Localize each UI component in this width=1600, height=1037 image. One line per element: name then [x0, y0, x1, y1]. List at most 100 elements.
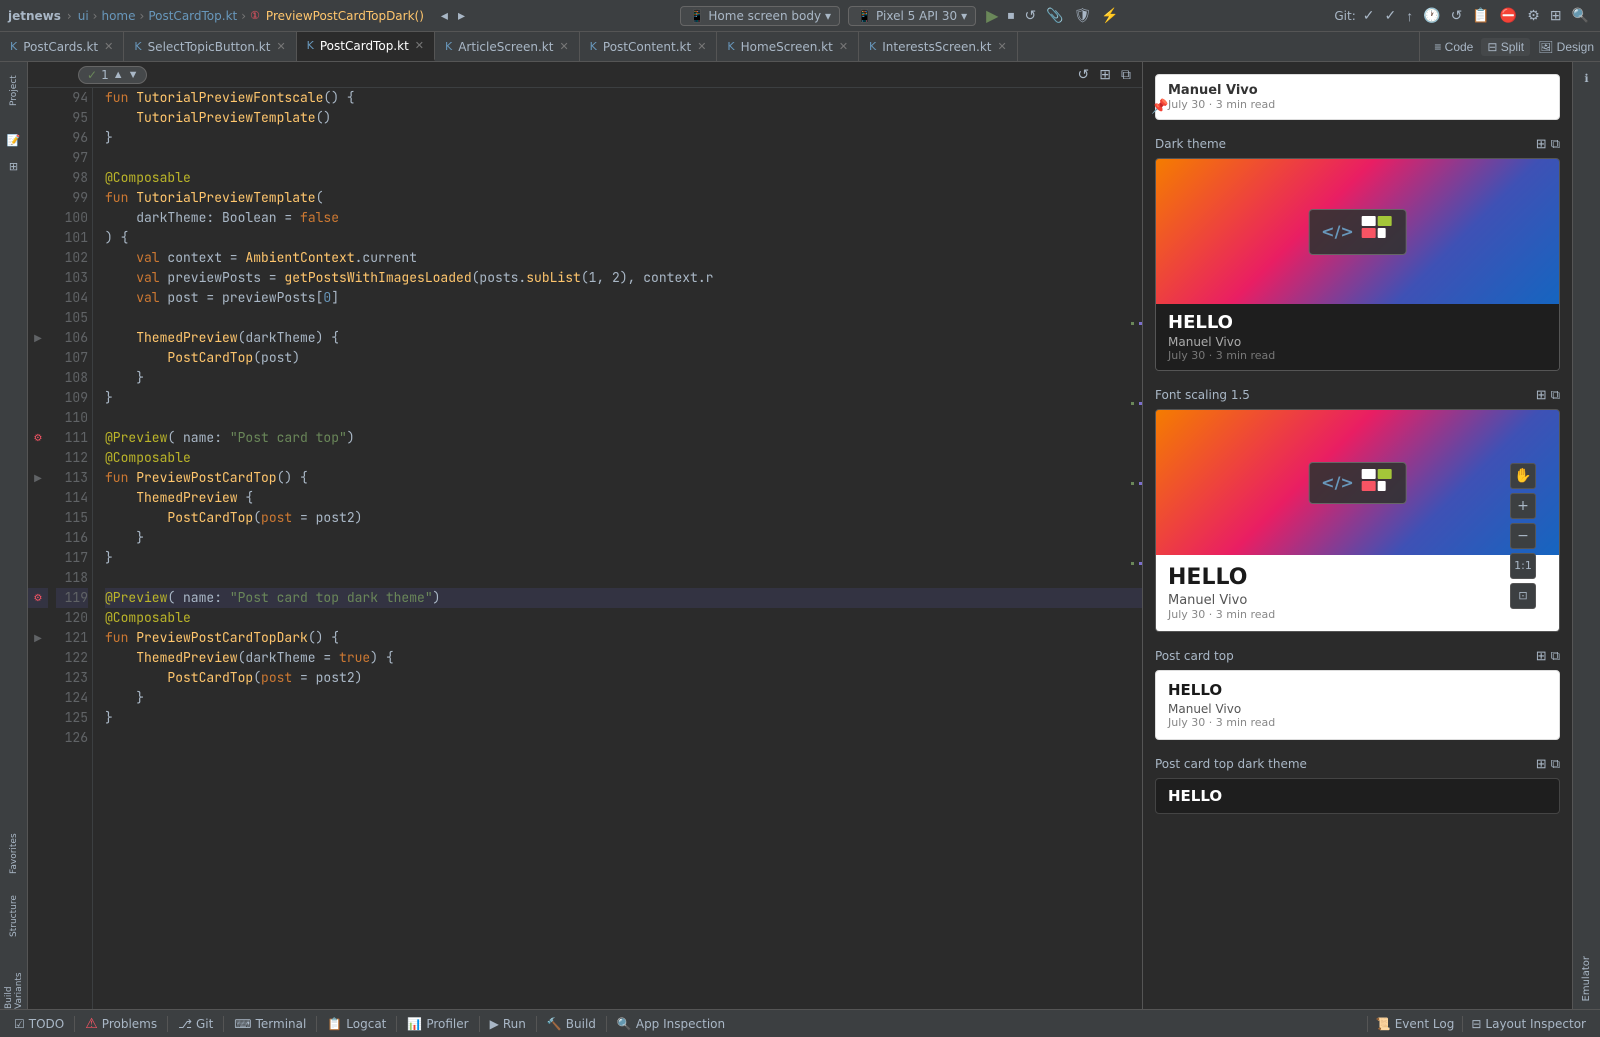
forward-btn[interactable]: ▸	[455, 5, 468, 26]
breakpoints-btn[interactable]: ⛔	[1497, 5, 1520, 26]
gutter-121[interactable]: ▶	[28, 628, 48, 648]
grid-preview-btn[interactable]: ⊞	[1096, 64, 1114, 85]
emulator-label[interactable]: Emulator	[1577, 952, 1596, 1005]
dark-theme-card: </>	[1155, 158, 1560, 371]
logcat-item[interactable]: 📋 Logcat	[321, 1010, 392, 1037]
fontscale-actions: ⊞ ⧉	[1536, 387, 1560, 403]
run-button[interactable]: ▶	[984, 4, 1000, 28]
event-log-item[interactable]: 📜 Event Log	[1370, 1017, 1461, 1031]
tab-articlescreen[interactable]: K ArticleScreen.kt ✕	[435, 32, 580, 61]
profile-button[interactable]: ⚡	[1098, 5, 1121, 26]
design-view-btn[interactable]: 🖼 Design	[1532, 38, 1600, 56]
reset-zoom-btn[interactable]: 1:1	[1510, 553, 1536, 579]
tab-label-postcontent: PostContent.kt	[603, 40, 691, 54]
code-view-btn[interactable]: ≡ Code	[1428, 38, 1479, 56]
fit-zoom-btn[interactable]: ⊡	[1510, 583, 1536, 609]
postcardtop-open-btn[interactable]: ⧉	[1551, 648, 1560, 664]
layout-inspector-item[interactable]: ⊟ Layout Inspector	[1465, 1017, 1592, 1031]
run-item[interactable]: ▶ Run	[484, 1010, 532, 1037]
info-icon[interactable]: ℹ	[1575, 66, 1599, 90]
zoom-out-btn[interactable]: −	[1510, 523, 1536, 549]
breadcrumb-ui[interactable]: ui	[78, 9, 89, 23]
tab-close-postcontent[interactable]: ✕	[697, 40, 706, 53]
coverage-button[interactable]: 🛡	[1071, 5, 1095, 26]
layers-preview-btn[interactable]: ⧉	[1118, 64, 1134, 85]
structure-icon[interactable]: Structure	[4, 891, 24, 941]
refresh-preview-btn[interactable]: ↺	[1075, 64, 1093, 85]
zoom-in-btn[interactable]: +	[1510, 493, 1536, 519]
back-btn[interactable]: ◂	[438, 5, 451, 26]
problems-label: Problems	[102, 1017, 157, 1031]
tab-homescreen[interactable]: K HomeScreen.kt ✕	[717, 32, 859, 61]
pull-icon[interactable]: ⊞	[2, 154, 26, 178]
tab-postcontent[interactable]: K PostContent.kt ✕	[580, 32, 718, 61]
commit-icon[interactable]: 📝	[2, 128, 26, 152]
gutter-113[interactable]: ▶	[28, 468, 48, 488]
problems-item[interactable]: ⚠ Problems	[79, 1010, 163, 1037]
build-variants-icon[interactable]: Build Variants	[4, 949, 24, 1009]
stop-button[interactable]: ⏹	[1004, 5, 1017, 26]
tab-close-homescreen[interactable]: ✕	[839, 40, 848, 53]
project-icon[interactable]: Project	[4, 66, 24, 116]
settings-btn2[interactable]: ⊞	[1547, 5, 1565, 26]
preview-name-pill[interactable]: 📱 Home screen body ▾	[680, 6, 840, 26]
dark-theme-open-btn[interactable]: ⧉	[1551, 136, 1560, 152]
code-line-99: fun TutorialPreviewTemplate(	[105, 188, 1142, 208]
preview-count-down[interactable]: ▼	[128, 69, 139, 81]
favorites-icon[interactable]: Favorites	[4, 829, 24, 879]
git-push-btn[interactable]: ↑	[1403, 6, 1416, 26]
tab-postcards[interactable]: K PostCards.kt ✕	[0, 32, 124, 61]
preview-count-up[interactable]: ▲	[113, 69, 124, 81]
fontscale-header: Font scaling 1.5 ⊞ ⧉	[1155, 387, 1560, 403]
dark-theme-save-btn[interactable]: ⊞	[1536, 136, 1547, 152]
zoom-controls: ✋ + − 1:1 ⊡	[1510, 463, 1536, 609]
git-item[interactable]: ⎇ Git	[172, 1010, 219, 1037]
terminal-item[interactable]: ⌨ Terminal	[228, 1010, 312, 1037]
event-log-label: Event Log	[1395, 1017, 1455, 1031]
main-area: Project 📝 ⊞ Favorites Structure Build Va…	[0, 62, 1600, 1009]
tab-label-postcardtop: PostCardTop.kt	[320, 39, 409, 53]
tab-close-postcardtop[interactable]: ✕	[415, 39, 424, 52]
postcardtop-save-btn[interactable]: ⊞	[1536, 648, 1547, 664]
fontscale-open-btn[interactable]: ⧉	[1551, 387, 1560, 403]
git-tick-btn[interactable]: ✓	[1381, 5, 1399, 26]
reload-button[interactable]: ↺	[1021, 5, 1039, 26]
build-item[interactable]: 🔨 Build	[541, 1010, 602, 1037]
device-pill[interactable]: 📱 Pixel 5 API 30 ▾	[848, 6, 976, 26]
code-line-104: val post = previewPosts[0]	[105, 288, 1142, 308]
breadcrumb-file[interactable]: PostCardTop.kt	[148, 9, 237, 23]
fontscale-save-btn[interactable]: ⊞	[1536, 387, 1547, 403]
tab-close-postcards[interactable]: ✕	[104, 40, 113, 53]
code-line-94: fun TutorialPreviewFontscale() {	[105, 88, 1142, 108]
breadcrumb-home[interactable]: home	[101, 9, 135, 23]
hand-tool-btn[interactable]: ✋	[1510, 463, 1536, 489]
tab-close-interestsscreen[interactable]: ✕	[997, 40, 1006, 53]
tab-postcardtop[interactable]: K PostCardTop.kt ✕	[297, 32, 435, 61]
git-check-btn[interactable]: ✓	[1360, 5, 1378, 26]
profiler-item[interactable]: 📊 Profiler	[401, 1010, 474, 1037]
git-history-btn[interactable]: 🕐	[1420, 5, 1443, 26]
git-label: Git:	[1334, 9, 1355, 23]
attach-button[interactable]: 📎	[1043, 5, 1066, 26]
tab-selecttopic[interactable]: K SelectTopicButton.kt ✕	[124, 32, 296, 61]
dark-card-date: July 30 · 3 min read	[1168, 349, 1547, 362]
todo-item[interactable]: ☑ TODO	[8, 1010, 70, 1037]
code-line-126	[105, 728, 1142, 748]
gutter-111[interactable]: ⚙	[28, 428, 48, 448]
settings-btn1[interactable]: ⚙	[1524, 5, 1543, 26]
vcs-btn[interactable]: 📋	[1469, 5, 1492, 26]
darktheme-save-btn[interactable]: ⊞	[1536, 756, 1547, 772]
git-refresh-btn[interactable]: ↺	[1448, 5, 1466, 26]
gutter-106[interactable]: ▶	[28, 328, 48, 348]
tab-interestsscreen[interactable]: K InterestsScreen.kt ✕	[859, 32, 1018, 61]
app-inspection-item[interactable]: 🔍 App Inspection	[611, 1010, 731, 1037]
split-view-btn[interactable]: ⊟ Split	[1481, 38, 1530, 56]
darktheme-card-title: HELLO	[1168, 787, 1547, 805]
gutter-119[interactable]: ⚙	[28, 588, 48, 608]
tab-close-selecttopic[interactable]: ✕	[276, 40, 285, 53]
tab-close-articlescreen[interactable]: ✕	[559, 40, 568, 53]
darktheme-open-btn[interactable]: ⧉	[1551, 756, 1560, 772]
problems-icon: ⚠	[85, 1016, 98, 1032]
preview-pin-btn[interactable]: 📌	[1151, 98, 1168, 115]
search-btn[interactable]: 🔍	[1569, 5, 1592, 26]
